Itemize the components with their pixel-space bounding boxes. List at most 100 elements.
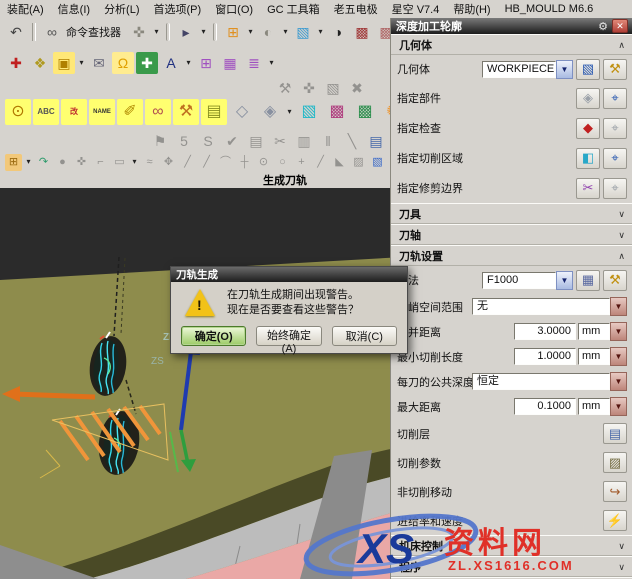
chevron-down-icon[interactable]: ▼ [610,297,627,316]
ok-button[interactable]: 确定(O) [181,326,246,346]
power-icon[interactable]: ⊙ [5,99,31,125]
menu-laowu-electrode[interactable]: 老五电极 [327,1,385,17]
rotate-tool-icon[interactable]: ✥ [160,154,177,171]
scissors-icon[interactable]: ✂ [269,130,291,152]
goggles-icon[interactable]: ∞ [145,99,171,125]
five-axis-icon[interactable]: 5 [173,130,195,152]
gray-tool-3-icon[interactable]: ▧ [322,77,344,99]
dropdown-arrow-icon[interactable]: ▾ [246,21,255,43]
new-geometry-button[interactable]: ▧ [576,59,600,80]
puzzle-icon[interactable]: ❖ [29,52,51,74]
cut-area-geometry-icon[interactable]: ◧ [576,148,600,169]
min-cut-length-input[interactable]: 1.0000 [514,348,576,365]
section-program[interactable]: 程序 ∨ [391,556,632,577]
section-path-settings[interactable]: 刀轨设置 ∧ [391,245,632,266]
corner-icon[interactable]: ◣ [331,154,348,171]
menu-help[interactable]: 帮助(H) [446,1,497,17]
dropdown-arrow-icon[interactable]: ▾ [184,52,193,74]
menu-preferences[interactable]: 首选项(P) [147,1,209,17]
chevron-up-icon[interactable]: ∧ [618,251,625,262]
section-geometry[interactable]: 几何体 ∧ [391,34,632,55]
circle-icon[interactable]: ○ [274,154,291,171]
slash-icon[interactable]: ╱ [312,154,329,171]
circle-dot-icon[interactable]: ⊙ [255,154,272,171]
rename-icon[interactable]: 改 [61,99,87,125]
spec-doc-icon[interactable]: ▤ [201,99,227,125]
text-tool-icon[interactable]: A [160,52,182,74]
menu-gc-toolbox[interactable]: GC 工具箱 [260,1,327,17]
steep-range-select[interactable]: 无 [472,298,610,315]
menu-hb-mould[interactable]: HB_MOULD M6.6 [498,3,601,15]
window-icon[interactable]: ⊞ [222,21,244,43]
purple-lines-icon[interactable]: ≣ [243,52,265,74]
view-cube-red-icon[interactable]: ▩ [351,21,373,43]
chevron-down-icon[interactable]: ∨ [618,541,625,552]
color-cubes-icon[interactable]: ▩ [324,99,350,125]
cut-levels-icon[interactable]: ▤ [603,423,627,444]
rect-dash-icon[interactable]: ▭ [111,154,128,171]
chevron-down-icon[interactable]: ∨ [618,562,625,573]
edit-method-button[interactable]: ⚒ [603,270,627,291]
chevron-down-icon[interactable]: ▼ [610,372,627,391]
non-cutting-moves-icon[interactable]: ↪ [603,481,627,502]
dropdown-arrow-icon[interactable]: ▾ [199,21,208,43]
cyan-box-icon[interactable]: ▧ [296,99,322,125]
shaded-cube-icon[interactable]: ▧ [292,21,314,43]
dropdown-arrow-icon[interactable]: ▾ [285,99,294,125]
cube-blue-icon[interactable]: ▧ [369,154,386,171]
blob-icon[interactable]: ● [54,154,71,171]
line-icon[interactable]: ╱ [179,154,196,171]
purple-box-icon[interactable]: ▦ [219,52,241,74]
trim-boundary-icon[interactable]: ✂ [576,178,600,199]
menu-assembly[interactable]: 装配(A) [0,1,51,17]
five-doc-icon[interactable]: ▤ [245,130,267,152]
new-method-button[interactable]: ▦ [576,270,600,291]
chevron-down-icon[interactable]: ▼ [610,397,627,416]
select-cut-area-flashlight-icon[interactable]: ⌖ [603,148,627,169]
check-five-icon[interactable]: ✔ [221,130,243,152]
select-check-flashlight-icon[interactable]: ⌖ [603,118,627,139]
edit-geometry-button[interactable]: ⚒ [603,59,627,80]
section-machine-control[interactable]: 机床控制 ∨ [391,535,632,556]
gray-tool-2-icon[interactable]: ✜ [298,77,320,99]
move-tool-icon[interactable]: ✜ [73,154,90,171]
treasure-chest-icon[interactable]: ▣ [53,52,75,74]
panel-titlebar[interactable]: 深度加工轮廓 ⚙ ✕ [391,18,632,34]
dropdown-arrow-icon[interactable]: ▾ [152,21,161,43]
dialog-titlebar[interactable]: 刀轨生成 [171,267,407,282]
brush-icon[interactable]: ✐ [117,99,143,125]
chevron-down-icon[interactable]: ▼ [610,347,627,366]
mail-icon[interactable]: ✉ [88,52,110,74]
chevron-down-icon[interactable]: ∨ [618,230,625,241]
doc-blue-icon[interactable]: ▤ [365,130,387,152]
max-distance-input[interactable]: 0.1000 [514,398,576,415]
merge-distance-input[interactable]: 3.0000 [514,323,576,340]
gray-tool-1-icon[interactable]: ⚒ [274,77,296,99]
red-green-cube-icon[interactable]: ▩ [352,99,378,125]
always-ok-button[interactable]: 始终确定(A) [256,326,321,346]
white-diamond-icon[interactable]: ◇ [229,99,255,125]
chevron-down-icon[interactable]: ▼ [556,271,573,290]
menu-xingkong[interactable]: 星空 V7.4 [385,1,447,17]
select-trim-flashlight-icon[interactable]: ⌖ [603,178,627,199]
sheet-icon[interactable]: ▨ [350,154,367,171]
purple-grid-icon[interactable]: ⊞ [195,52,217,74]
feeds-speeds-icon[interactable]: ⚡ [603,510,627,531]
select-part-flashlight-icon[interactable]: ⌖ [603,88,627,109]
shield-icon[interactable]: ✚ [136,52,158,74]
dropdown-arrow-icon[interactable]: ▾ [24,154,33,171]
cut-parameters-icon[interactable]: ▨ [603,452,627,473]
flag-icon[interactable]: ⚑ [149,130,171,152]
white-diamond-2-icon[interactable]: ◈ [257,99,283,125]
clamp-icon[interactable]: ✚ [5,52,27,74]
geometry-select[interactable]: WORKPIECE [482,61,556,78]
pages-icon[interactable]: ▥ [293,130,315,152]
dropdown-arrow-icon[interactable]: ▾ [281,21,290,43]
hook-icon[interactable]: ⌐ [92,154,109,171]
menu-window[interactable]: 窗口(O) [208,1,260,17]
undo-icon[interactable]: ↶ [5,21,27,43]
chevron-down-icon[interactable]: ▼ [610,322,627,341]
hammer-tool-icon[interactable]: ⚒ [173,99,199,125]
snap-wave-icon[interactable]: ≈ [141,154,158,171]
method-select[interactable]: F1000 [482,272,556,289]
